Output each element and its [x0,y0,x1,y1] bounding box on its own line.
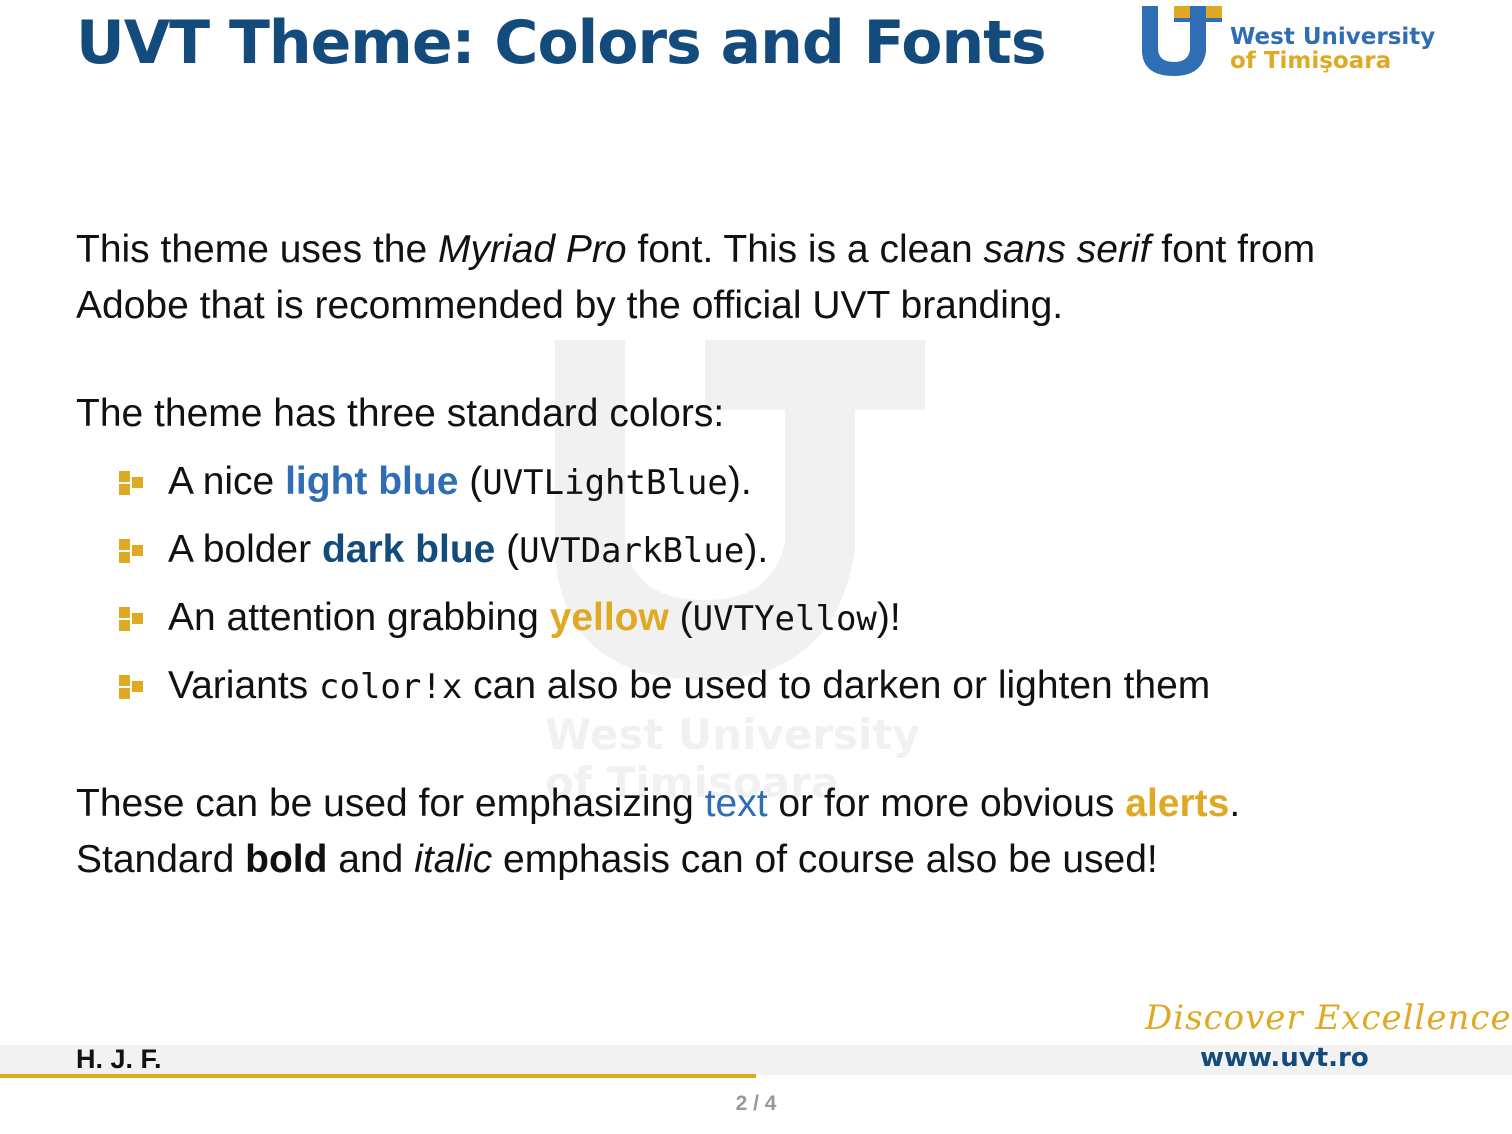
text-run: )! [876,596,901,639]
color-code: UVTLightBlue [482,463,728,503]
variant-code: color!x [319,667,463,707]
footer-slogan: Discover Excellence! [1145,998,1512,1038]
italic-text: italic [414,838,493,881]
color-code: UVTYellow [692,599,877,639]
color-list: A nice light blue (UVTLightBlue). A bold… [76,454,1436,726]
page-title: UVT Theme: Colors and Fonts [76,8,1047,78]
text-run: ( [458,460,483,503]
dark-blue-sample: dark blue [321,528,496,571]
light-blue-sample: light blue [285,460,459,503]
font-name: Myriad Pro [438,228,627,271]
bullet-icon [119,471,143,495]
bullet-icon [119,539,143,563]
text-run: ( [495,528,520,571]
text-run: ( [668,596,693,639]
list-item: An attention grabbing yellow (UVTYellow)… [76,590,1436,658]
footer-website: www.uvt.ro [1200,1043,1369,1073]
alert-text: alerts [1125,782,1230,825]
text-run: An attention grabbing [168,596,550,639]
text-run: can also be used to darken or lighten th… [462,664,1211,707]
text-run: . [1229,782,1241,825]
sans-serif-term: sans serif [983,228,1151,271]
text-run: emphasis can of course also be used! [492,838,1158,881]
paragraph-colors-intro: The theme has three standard colors: [76,392,725,435]
text-run: ). [727,460,752,503]
list-item: Variants color!x can also be used to dar… [76,658,1436,726]
footer-author: H. J. F. [76,1044,162,1074]
text-run: or for more obvious [767,782,1126,825]
yellow-sample: yellow [549,596,669,639]
paragraph-emphasis: These can be used for emphasizing text o… [76,776,1436,888]
color-code: UVTDarkBlue [519,531,745,571]
bullet-icon [119,607,143,631]
list-item: A nice light blue (UVTLightBlue). [76,454,1436,522]
text-run: A bolder [168,528,322,571]
bullet-icon [119,675,143,699]
bold-text: bold [245,838,328,881]
text-run: and [327,838,415,881]
slide-body: This theme uses the Myriad Pro font. Thi… [76,222,1436,888]
text-run: ). [744,528,769,571]
uvt-logo: West University of Timişoara [1140,4,1435,78]
list-item: A bolder dark blue (UVTDarkBlue). [76,522,1436,590]
text-run: Variants [168,664,320,707]
logo-line1: West University [1230,24,1436,50]
emphasized-text: text [704,782,768,825]
text-run: A nice [168,460,286,503]
text-run: These can be used for emphasizing [76,782,705,825]
page-number: 2 / 4 [735,1092,777,1115]
logo-line2: of Timişoara [1230,48,1392,74]
paragraph-font: This theme uses the Myriad Pro font. Thi… [76,222,1436,334]
text-run: This theme uses the [76,228,439,271]
text-run: Standard [76,838,246,881]
uvt-logo-icon [1142,6,1222,76]
text-run: font. This is a clean [626,228,984,271]
